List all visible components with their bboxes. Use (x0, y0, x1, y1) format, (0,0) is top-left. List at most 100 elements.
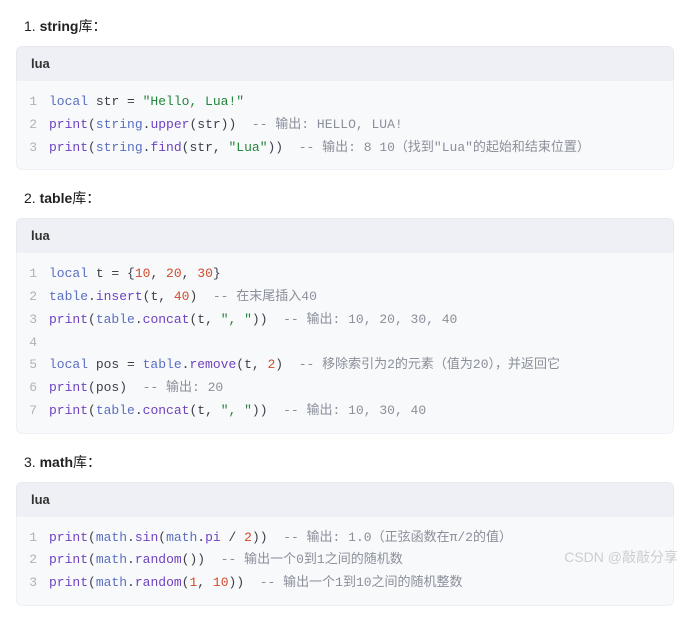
line-content: local str = "Hello, Lua!" (49, 91, 244, 114)
token-plain: )) (229, 575, 260, 590)
token-plain: )) (252, 403, 283, 418)
token-com: -- 输出: 10, 30, 40 (283, 403, 426, 418)
line-content: table.insert(t, 40) -- 在末尾插入40 (49, 286, 317, 309)
token-fn: concat (143, 403, 190, 418)
code-body: 1local str = "Hello, Lua!"2print(string.… (16, 80, 674, 170)
token-kw: math (96, 530, 127, 545)
token-kw: string (96, 140, 143, 155)
token-kw: table (143, 357, 182, 372)
section-lib-name: table (40, 190, 73, 206)
line-content: print(pos) -- 输出: 20 (49, 377, 223, 400)
token-plain: ( (88, 403, 96, 418)
code-line: 6print(pos) -- 输出: 20 (17, 377, 673, 400)
token-plain: . (135, 312, 143, 327)
token-str: ", " (221, 403, 252, 418)
token-com: -- 输出: HELLO, LUA! (252, 117, 403, 132)
code-body: 1local t = {10, 20, 30}2table.insert(t, … (16, 252, 674, 433)
line-number: 3 (17, 572, 49, 595)
token-kw: string (96, 117, 143, 132)
token-plain: )) (252, 312, 283, 327)
token-kw: table (96, 403, 135, 418)
section-title: 3. math库： (24, 452, 674, 472)
token-com: -- 输出: 10, 20, 30, 40 (283, 312, 457, 327)
code-line: 5local pos = table.remove(t, 2) -- 移除索引为… (17, 354, 673, 377)
code-line: 4 (17, 332, 673, 355)
token-fn: print (49, 117, 88, 132)
token-str: ", " (221, 312, 252, 327)
line-content: print(table.concat(t, ", ")) -- 输出: 10, … (49, 309, 457, 332)
token-com: -- 移除索引为2的元素（值为20），并返回它 (299, 357, 560, 372)
token-fn: random (135, 575, 182, 590)
token-kw: local (49, 94, 88, 109)
token-plain: ( (158, 530, 166, 545)
token-fn: concat (143, 312, 190, 327)
token-plain: t = { (88, 266, 135, 281)
line-number: 1 (17, 527, 49, 550)
section-suffix: 库： (78, 18, 106, 34)
token-num-lit: 2 (244, 530, 252, 545)
line-number: 3 (17, 309, 49, 332)
token-plain: ( (88, 312, 96, 327)
section-suffix: 库： (73, 454, 101, 470)
token-plain: . (135, 403, 143, 418)
line-number: 2 (17, 286, 49, 309)
token-fn: print (49, 552, 88, 567)
token-fn: print (49, 403, 88, 418)
code-lang-label: lua (16, 482, 674, 516)
token-plain: (t, (189, 312, 220, 327)
line-number: 3 (17, 137, 49, 160)
token-plain: ( (88, 530, 96, 545)
token-str: "Lua" (228, 140, 267, 155)
token-com: -- 输出: 20 (143, 380, 224, 395)
token-com: -- 输出一个0到1之间的随机数 (221, 552, 403, 567)
token-fn: pi (205, 530, 221, 545)
token-plain: . (88, 289, 96, 304)
code-line: 1print(math.sin(math.pi / 2)) -- 输出: 1.0… (17, 527, 673, 550)
token-kw: local (49, 357, 88, 372)
token-com: -- 在末尾插入40 (213, 289, 317, 304)
code-line: 2print(string.upper(str)) -- 输出: HELLO, … (17, 114, 673, 137)
token-plain: , (197, 575, 213, 590)
code-line: 1local str = "Hello, Lua!" (17, 91, 673, 114)
token-com: -- 输出一个1到10之间的随机整数 (260, 575, 463, 590)
code-line: 2print(math.random()) -- 输出一个0到1之间的随机数 (17, 549, 673, 572)
line-content: local t = {10, 20, 30} (49, 263, 221, 286)
token-fn: print (49, 312, 88, 327)
token-kw: math (166, 530, 197, 545)
line-number: 6 (17, 377, 49, 400)
token-kw: math (96, 575, 127, 590)
section-lib-name: math (40, 454, 73, 470)
token-kw: math (96, 552, 127, 567)
token-plain: , (150, 266, 166, 281)
section-number: 1. (24, 18, 40, 34)
line-number: 4 (17, 332, 49, 355)
line-content: print(math.sin(math.pi / 2)) -- 输出: 1.0（… (49, 527, 512, 550)
token-plain: (t, (143, 289, 174, 304)
token-fn: find (150, 140, 181, 155)
token-str: "Hello, Lua!" (143, 94, 244, 109)
token-plain: } (213, 266, 221, 281)
token-fn: upper (150, 117, 189, 132)
token-plain: )) (268, 140, 299, 155)
token-plain: ( (88, 117, 96, 132)
code-line: 3print(string.find(str, "Lua")) -- 输出: 8… (17, 137, 673, 160)
line-content: print(math.random()) -- 输出一个0到1之间的随机数 (49, 549, 403, 572)
code-body: 1print(math.sin(math.pi / 2)) -- 输出: 1.0… (16, 516, 674, 606)
token-fn: remove (189, 357, 236, 372)
token-plain: (str)) (189, 117, 251, 132)
section-title: 1. string库： (24, 16, 674, 36)
token-plain: str = (88, 94, 143, 109)
token-plain: . (127, 530, 135, 545)
token-fn: print (49, 140, 88, 155)
line-number: 2 (17, 114, 49, 137)
token-num-lit: 10 (135, 266, 151, 281)
section-number: 3. (24, 454, 40, 470)
line-number: 5 (17, 354, 49, 377)
token-com: -- 输出: 8 10（找到"Lua"的起始和结束位置） (299, 140, 590, 155)
token-plain: . (127, 575, 135, 590)
token-kw: table (49, 289, 88, 304)
code-line: 2table.insert(t, 40) -- 在末尾插入40 (17, 286, 673, 309)
line-number: 1 (17, 91, 49, 114)
code-line: 7print(table.concat(t, ", ")) -- 输出: 10,… (17, 400, 673, 423)
token-plain: (t, (236, 357, 267, 372)
